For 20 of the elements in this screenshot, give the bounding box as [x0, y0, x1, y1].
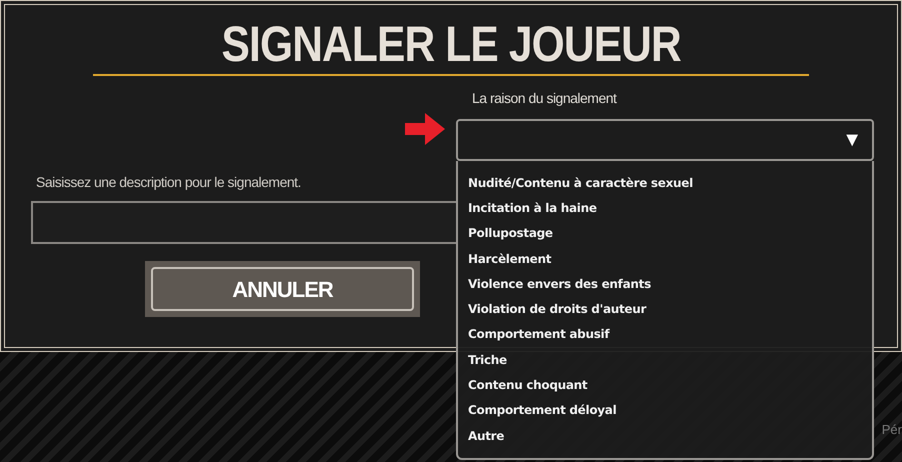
dropdown-option[interactable]: Comportement déloyal: [458, 398, 872, 423]
cancel-button[interactable]: ANNULER: [145, 261, 420, 317]
dropdown-option[interactable]: Comportement abusif: [458, 322, 872, 348]
dropdown-option[interactable]: Pollupostage: [458, 220, 872, 246]
reason-label: La raison du signalement: [471, 89, 616, 108]
dropdown-option[interactable]: Harcèlement: [458, 246, 872, 272]
dropdown-option[interactable]: Violence envers des enfants: [458, 271, 872, 296]
dropdown-option[interactable]: Incitation à la haine: [458, 195, 872, 221]
dialog-title: SIGNALER LE JOUEUR: [221, 19, 681, 69]
reason-select[interactable]: ▼: [456, 119, 874, 161]
arrow-icon: [405, 113, 445, 145]
dropdown-option[interactable]: Contenu choquant: [458, 372, 872, 398]
description-label: Saisissez une description pour le signalement.: [35, 173, 302, 192]
dropdown-option[interactable]: Nudité/Contenu à caractère sexuel: [458, 170, 872, 196]
dropdown-option[interactable]: Violation de droits d'auteur: [458, 296, 872, 322]
dropdown-toggle[interactable]: ▼: [842, 125, 862, 155]
description-input[interactable]: [31, 201, 456, 244]
text-fragment: Pér: [882, 421, 902, 439]
dropdown-option[interactable]: Triche: [458, 347, 872, 372]
dropdown-option[interactable]: Autre: [458, 422, 872, 448]
